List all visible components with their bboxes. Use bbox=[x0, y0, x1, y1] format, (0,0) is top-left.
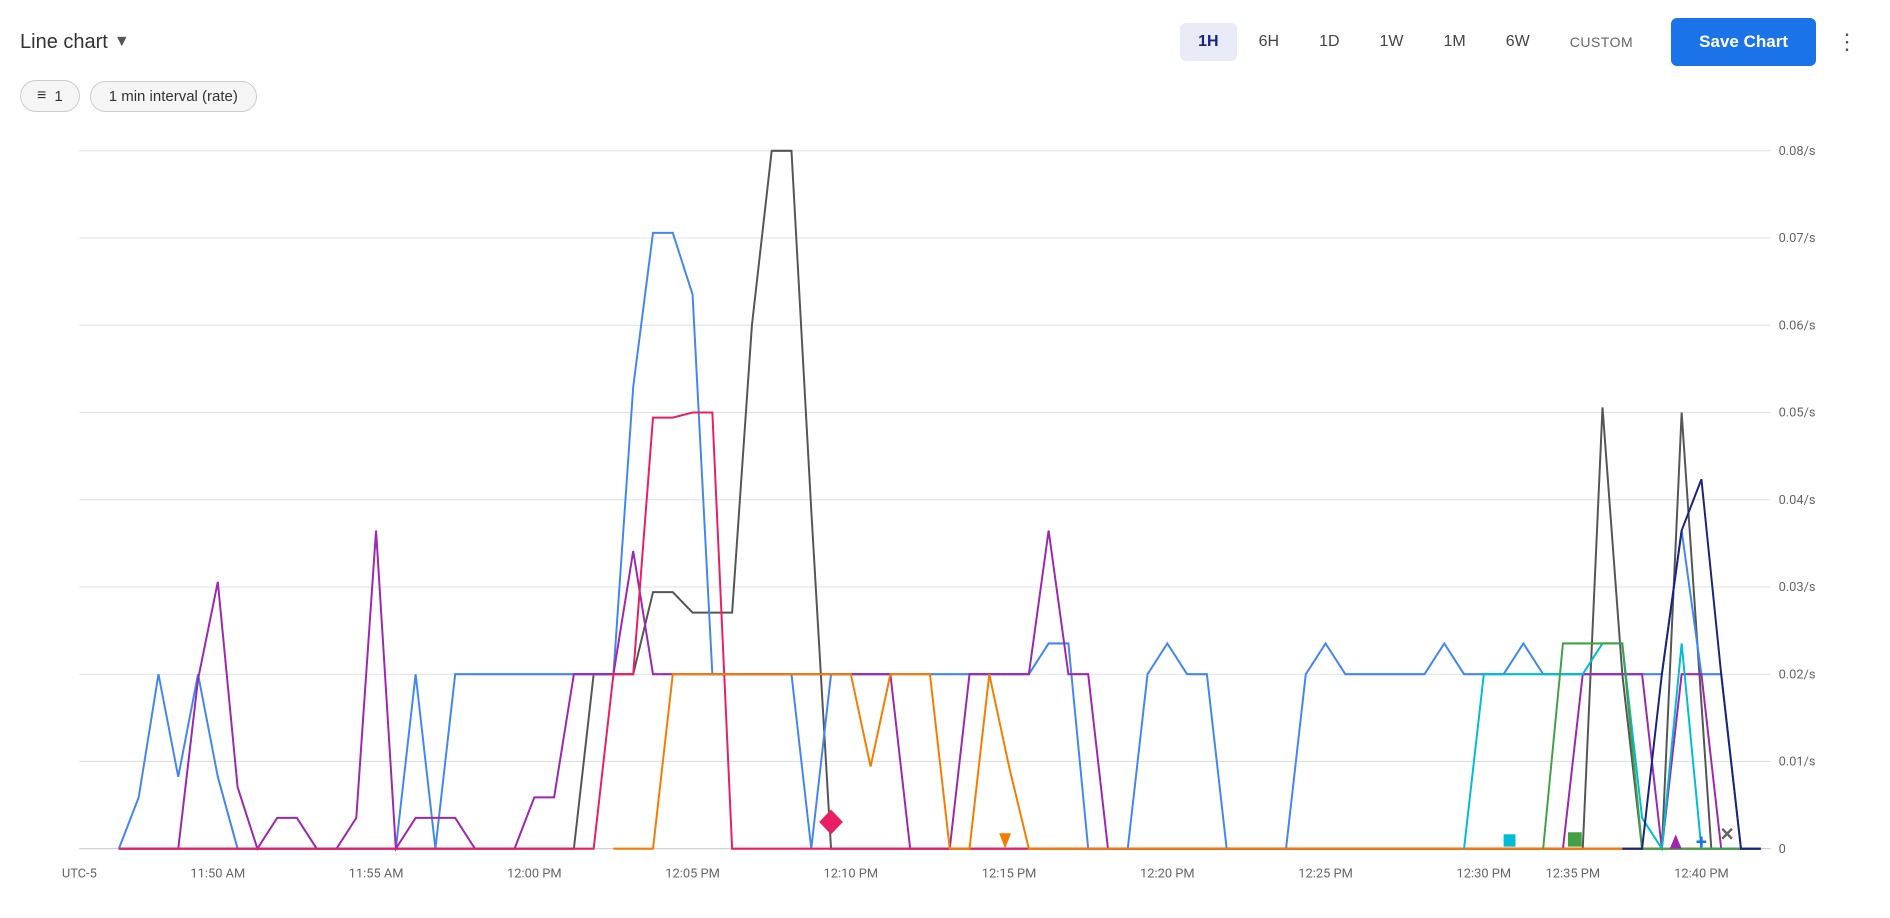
series-pink bbox=[119, 413, 1761, 849]
svg-text:0.05/s: 0.05/s bbox=[1779, 405, 1816, 420]
time-range-6w[interactable]: 6W bbox=[1488, 23, 1548, 61]
marker-x-gray: ✕ bbox=[1720, 824, 1735, 845]
svg-text:12:10 PM: 12:10 PM bbox=[824, 866, 879, 881]
chart-type-dropdown-icon: ▼ bbox=[114, 33, 130, 51]
marker-square-teal bbox=[1504, 834, 1516, 846]
svg-text:11:55 AM: 11:55 AM bbox=[349, 866, 404, 881]
sub-header: ≡ 1 1 min interval (rate) bbox=[0, 76, 1890, 120]
time-range-custom[interactable]: CUSTOM bbox=[1552, 24, 1651, 60]
series-darkblue bbox=[1622, 479, 1760, 848]
svg-text:0.03/s: 0.03/s bbox=[1779, 580, 1816, 595]
chart-container: 0.08/s 0.07/s 0.06/s 0.05/s 0.04/s 0.03/… bbox=[0, 120, 1890, 900]
marker-triangle-orange bbox=[999, 833, 1011, 848]
svg-text:12:15 PM: 12:15 PM bbox=[982, 866, 1037, 881]
more-options-button[interactable]: ⋮ bbox=[1826, 21, 1870, 63]
time-range-1w[interactable]: 1W bbox=[1362, 23, 1422, 61]
svg-text:0.01/s: 0.01/s bbox=[1779, 754, 1816, 769]
chart-type-label: Line chart bbox=[20, 31, 108, 54]
svg-text:0: 0 bbox=[1779, 842, 1786, 857]
svg-text:12:35 PM: 12:35 PM bbox=[1546, 866, 1601, 881]
svg-text:0.02/s: 0.02/s bbox=[1779, 667, 1816, 682]
page-header: Line chart ▼ 1H 6H 1D 1W 1M 6W CUSTOM Sa… bbox=[0, 0, 1890, 76]
svg-text:12:00 PM: 12:00 PM bbox=[507, 866, 562, 881]
marker-square-green bbox=[1568, 832, 1582, 846]
marker-plus-blue: + bbox=[1696, 829, 1707, 853]
svg-text:12:40 PM: 12:40 PM bbox=[1674, 866, 1729, 881]
svg-text:0.06/s: 0.06/s bbox=[1779, 318, 1816, 333]
interval-button[interactable]: 1 min interval (rate) bbox=[90, 81, 257, 112]
svg-text:12:20 PM: 12:20 PM bbox=[1140, 866, 1195, 881]
svg-text:12:05 PM: 12:05 PM bbox=[665, 866, 720, 881]
time-range-1m[interactable]: 1M bbox=[1426, 23, 1484, 61]
svg-text:12:25 PM: 12:25 PM bbox=[1298, 866, 1353, 881]
marker-diamond-pink bbox=[819, 810, 843, 835]
filter-button[interactable]: ≡ 1 bbox=[20, 80, 80, 112]
svg-text:11:50 AM: 11:50 AM bbox=[190, 866, 245, 881]
marker-triangle-purple bbox=[1670, 834, 1682, 848]
filter-icon: ≡ bbox=[37, 87, 46, 105]
filter-count: 1 bbox=[54, 88, 62, 105]
svg-text:0.08/s: 0.08/s bbox=[1779, 144, 1816, 159]
time-range-group: 1H 6H 1D 1W 1M 6W CUSTOM bbox=[1180, 23, 1651, 61]
chart-type-button[interactable]: Line chart ▼ bbox=[20, 31, 1170, 54]
time-range-6h[interactable]: 6H bbox=[1241, 23, 1297, 61]
svg-text:0.07/s: 0.07/s bbox=[1779, 231, 1816, 246]
svg-text:0.04/s: 0.04/s bbox=[1779, 493, 1816, 508]
time-range-1d[interactable]: 1D bbox=[1301, 23, 1357, 61]
svg-text:UTC-5: UTC-5 bbox=[62, 866, 97, 881]
svg-text:12:30 PM: 12:30 PM bbox=[1457, 866, 1512, 881]
series-purple bbox=[119, 531, 1761, 849]
chart-svg: 0.08/s 0.07/s 0.06/s 0.05/s 0.04/s 0.03/… bbox=[20, 120, 1830, 900]
save-chart-button[interactable]: Save Chart bbox=[1671, 18, 1816, 66]
time-range-1h[interactable]: 1H bbox=[1180, 23, 1236, 61]
